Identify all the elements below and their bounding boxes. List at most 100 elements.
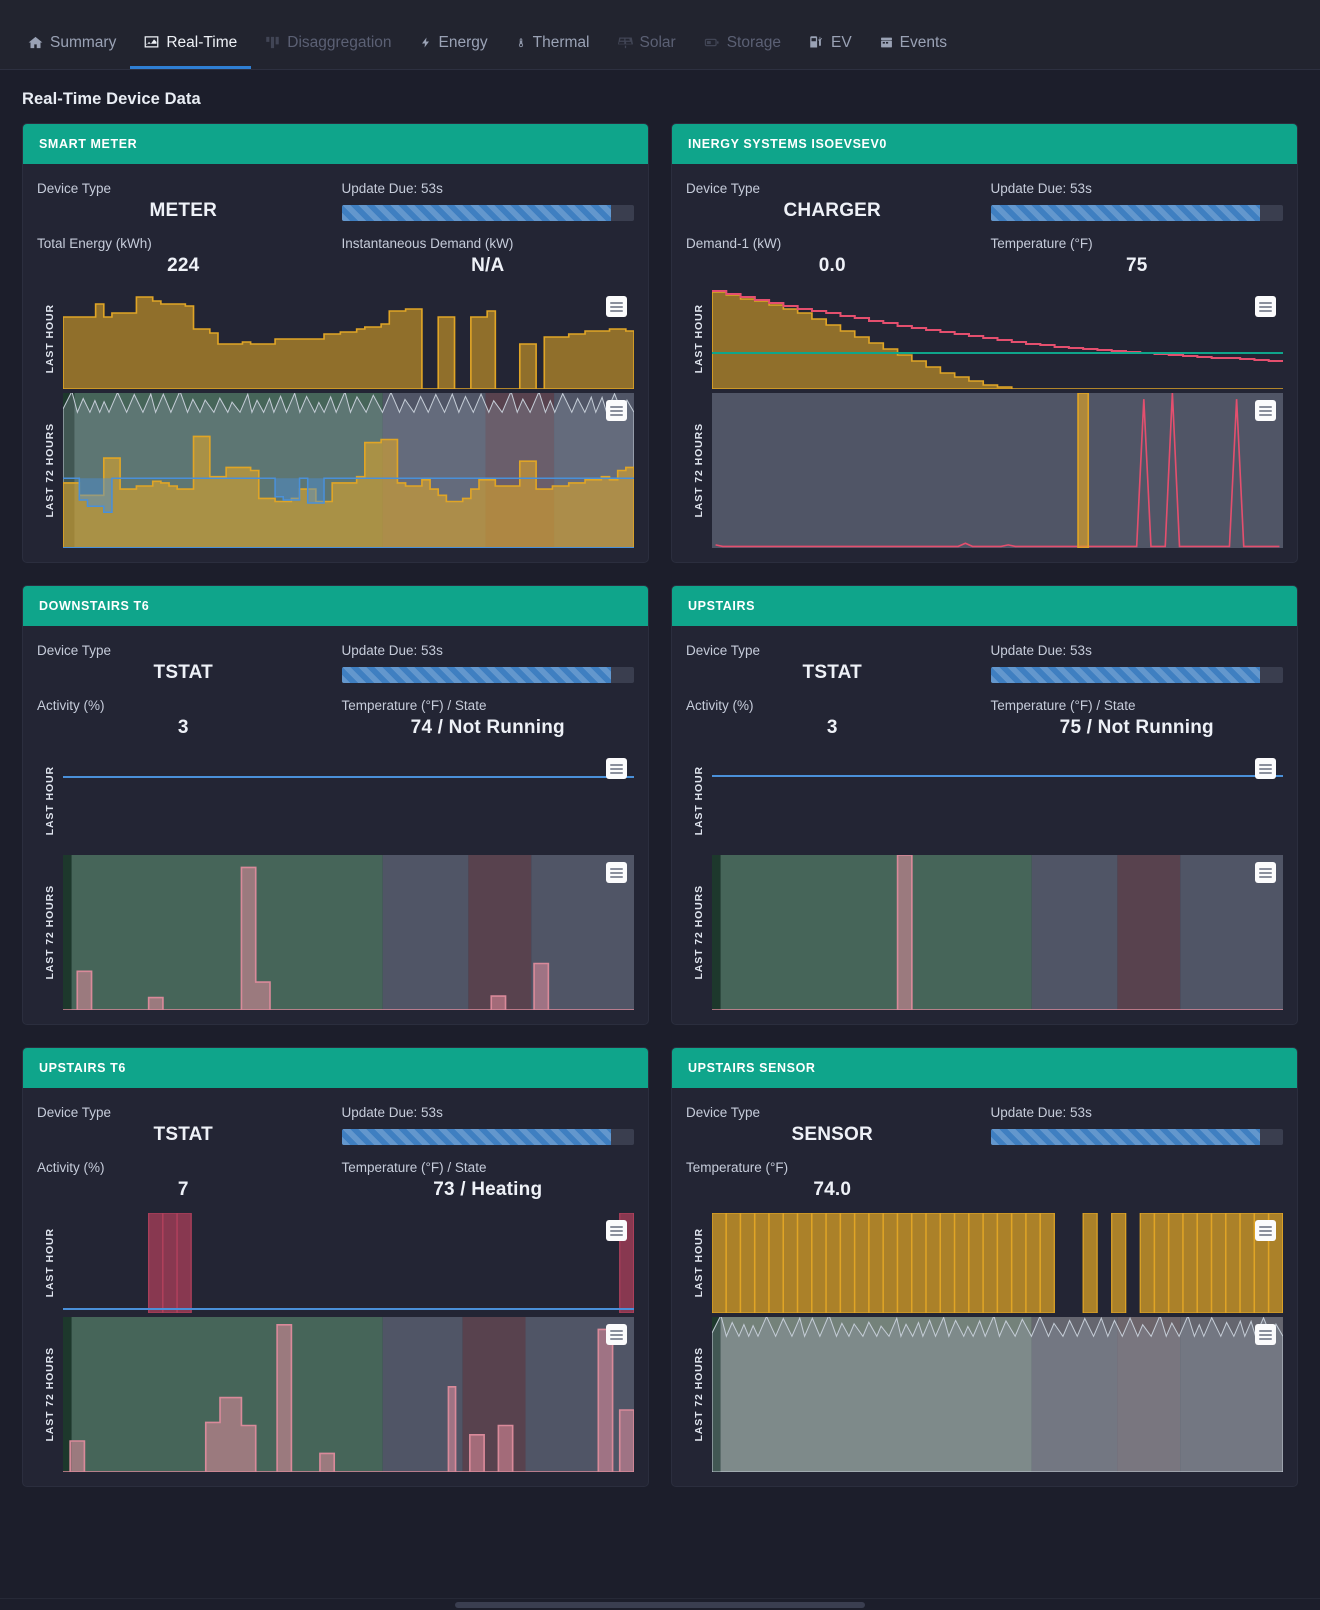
hamburger-menu-icon[interactable] (1255, 400, 1276, 421)
chart-canvas[interactable] (63, 855, 634, 1010)
hamburger-menu-icon[interactable] (606, 296, 627, 317)
device-type-label: Device Type (37, 181, 112, 196)
scrollbar-thumb[interactable] (455, 1602, 865, 1608)
device-card-body: Device Type SENSOR Update Due: 53s Temperat… (672, 1088, 1297, 1486)
chart-axis-label: LAST HOUR (37, 1213, 63, 1313)
chart-canvas[interactable] (712, 1213, 1283, 1313)
chart-last-72-hours: LAST 72 HOURS (686, 393, 1283, 548)
realtime-dashboard: Summary Real-Time Disaggregation Energy Ther… (0, 0, 1320, 1610)
chart-canvas[interactable] (712, 751, 1283, 851)
chart-last-72-hours: LAST 72 HOURS (37, 1317, 634, 1472)
metric-label: Temperature (°F) (990, 236, 1093, 251)
update-due-label: Update Due: 53s (341, 1105, 443, 1120)
metric-label: Activity (%) (37, 1160, 105, 1175)
update-progress-fill (990, 205, 1260, 221)
chart-canvas[interactable] (63, 1317, 634, 1472)
chart-last-72-hours: LAST 72 HOURS (686, 1317, 1283, 1472)
update-due-label: Update Due: 53s (990, 1105, 1092, 1120)
chart-last-hour: LAST HOUR (37, 289, 634, 389)
device-card: UPSTAIRS Device Type TSTAT Update Due: 53s A… (671, 585, 1298, 1025)
hamburger-menu-icon[interactable] (1255, 1220, 1276, 1241)
device-card-title: UPSTAIRS (672, 586, 1297, 626)
hamburger-menu-icon[interactable] (606, 1220, 627, 1241)
hamburger-menu-icon[interactable] (606, 1324, 627, 1345)
metric-value: 3 (826, 717, 838, 738)
device-card-grid: SMART METER Device Type METER Update Due: 5… (0, 123, 1320, 1501)
chart-axis-label-text: LAST HOUR (693, 1228, 705, 1298)
chart-canvas[interactable] (63, 393, 634, 548)
chart-axis-label-text: LAST HOUR (44, 766, 56, 836)
nav-tab-solar: Solar (604, 33, 690, 70)
device-type-label: Device Type (686, 1105, 761, 1120)
hamburger-menu-icon[interactable] (1255, 862, 1276, 883)
chart-last-hour: LAST HOUR (37, 751, 634, 851)
hamburger-menu-icon[interactable] (1255, 296, 1276, 317)
update-progress-bar (341, 667, 634, 683)
chart-canvas[interactable] (712, 855, 1283, 1010)
device-type-label: Device Type (37, 1105, 112, 1120)
update-progress-bar (341, 1129, 634, 1145)
update-progress-fill (341, 667, 611, 683)
battery-icon (704, 35, 720, 50)
nav-tab-ev[interactable]: EV (795, 34, 866, 70)
hamburger-menu-icon[interactable] (1255, 1324, 1276, 1345)
metric-value: 73 / Heating (433, 1179, 543, 1200)
nav-tab-label: Storage (726, 33, 781, 51)
chart-last-hour: LAST HOUR (686, 289, 1283, 389)
nav-tab-summary[interactable]: Summary (14, 34, 130, 70)
nav-tab-events[interactable]: Events (866, 33, 961, 70)
update-due-label: Update Due: 53s (341, 181, 443, 196)
thermometer-icon (516, 35, 526, 50)
metric-label: Demand-1 (kW) (686, 236, 782, 251)
metric-label: Temperature (°F) (686, 1160, 789, 1175)
update-progress-bar (990, 205, 1283, 221)
hamburger-menu-icon[interactable] (606, 758, 627, 779)
chart-canvas[interactable] (63, 751, 634, 851)
device-card-body: Device Type TSTAT Update Due: 53s Activity … (672, 626, 1297, 1024)
chart-canvas[interactable] (63, 289, 634, 389)
chart-canvas[interactable] (712, 393, 1283, 548)
chart-axis-label: LAST 72 HOURS (686, 1317, 712, 1472)
metric-label: Activity (%) (37, 698, 105, 713)
metric-value: 75 / Not Running (1059, 717, 1214, 738)
metric-label: Temperature (°F) / State (990, 698, 1136, 713)
chart-canvas[interactable] (63, 1213, 634, 1313)
nav-tab-disaggregation: Disaggregation (251, 34, 405, 70)
metric-value: N/A (471, 255, 505, 276)
chart-last-72-hours: LAST 72 HOURS (37, 393, 634, 548)
chart-canvas[interactable] (712, 1317, 1283, 1472)
device-card-title: DOWNSTAIRS T6 (23, 586, 648, 626)
device-card: SMART METER Device Type METER Update Due: 5… (22, 123, 649, 563)
device-type-value: CHARGER (783, 200, 881, 221)
page-title: Real-Time Device Data (22, 90, 201, 108)
nav-tab-energy[interactable]: Energy (406, 33, 502, 70)
chart-axis-label-text: LAST 72 HOURS (44, 1347, 56, 1442)
nav-tab-label: Thermal (532, 33, 590, 51)
chart-line-icon (144, 35, 159, 50)
hamburger-menu-icon[interactable] (606, 400, 627, 421)
chart-last-hour: LAST HOUR (686, 751, 1283, 851)
nav-tab-label: Energy (438, 33, 488, 51)
horizontal-scrollbar[interactable] (0, 1598, 1320, 1610)
chart-axis-label: LAST HOUR (686, 289, 712, 389)
nav-tab-label: Real-Time (166, 33, 238, 51)
metric-label: Instantaneous Demand (kW) (341, 236, 514, 251)
metric-label: Temperature (°F) / State (341, 1160, 487, 1175)
calendar-icon (880, 35, 893, 50)
hamburger-menu-icon[interactable] (1255, 758, 1276, 779)
nav-tab-real-time[interactable]: Real-Time (130, 33, 252, 69)
hamburger-menu-icon[interactable] (606, 862, 627, 883)
metric-label: Temperature (°F) / State (341, 698, 487, 713)
chart-axis-label-text: LAST 72 HOURS (693, 423, 705, 518)
update-progress-fill (990, 667, 1260, 683)
chart-last-hour: LAST HOUR (686, 1213, 1283, 1313)
device-card: UPSTAIRS T6 Device Type TSTAT Update Due: 5… (22, 1047, 649, 1487)
nav-tab-label: Events (899, 33, 948, 51)
solar-panel-icon (617, 35, 633, 50)
chart-axis-label-text: LAST 72 HOURS (44, 885, 56, 980)
chart-canvas[interactable] (712, 289, 1283, 389)
device-card-title: UPSTAIRS SENSOR (672, 1048, 1297, 1088)
nav-tab-label: Solar (639, 33, 676, 51)
metric-value: 74 / Not Running (410, 717, 565, 738)
nav-tab-thermal[interactable]: Thermal (502, 33, 604, 70)
